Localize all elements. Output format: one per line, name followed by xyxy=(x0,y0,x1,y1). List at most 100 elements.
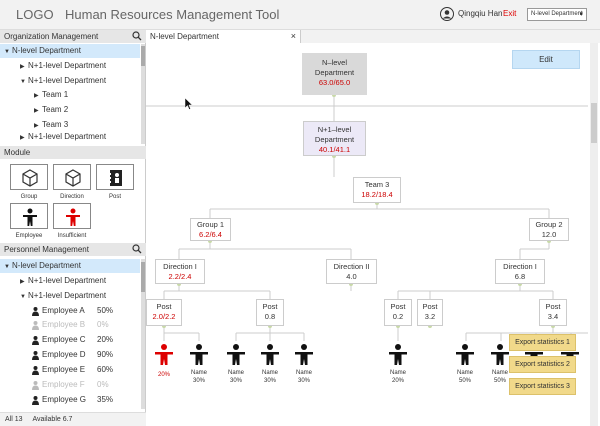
chevron-down-icon: ▾ xyxy=(579,11,583,18)
module-card-group[interactable] xyxy=(10,164,48,190)
edit-button[interactable]: Edit xyxy=(512,50,580,69)
export-statistics-2-button[interactable]: Export statistics 2 xyxy=(509,356,576,373)
post-card-icon xyxy=(109,170,122,186)
employee-row[interactable]: Employee F 0% xyxy=(0,378,140,392)
module-title: Module xyxy=(4,148,31,157)
expanded-arrow-icon[interactable]: ▼ xyxy=(20,290,28,304)
cube-icon xyxy=(65,169,81,187)
personnel-tree-item[interactable]: ▼ N+1-level Department xyxy=(0,289,140,303)
left-panel: Organization Management ▼ N-level Departm… xyxy=(0,30,146,426)
org-tree-item[interactable]: ▼ N+1-level Department xyxy=(0,74,140,88)
person-icon xyxy=(23,208,37,226)
logo: LOGO xyxy=(16,7,54,22)
employee-row[interactable]: Employee C 20% xyxy=(0,333,140,347)
employee-row[interactable]: Employee G 35% xyxy=(0,393,140,407)
canvas-scrollbar[interactable] xyxy=(590,43,598,426)
person-icon xyxy=(389,344,407,365)
org-node[interactable]: Group 1 6.2/6.4 xyxy=(190,218,231,241)
collapsed-arrow-icon[interactable]: ▶ xyxy=(34,89,42,103)
search-icon[interactable] xyxy=(132,31,142,41)
org-node[interactable]: Group 2 12.0 xyxy=(529,218,569,241)
status-footer: All 13 Available 6.7 xyxy=(0,412,146,426)
employee-figure[interactable]: Name 30% xyxy=(189,343,209,384)
personnel-title: Personnel Management xyxy=(4,245,89,254)
employee-row[interactable]: Employee B 0% xyxy=(0,318,140,332)
org-node[interactable]: Direction II 4.0 xyxy=(326,259,377,284)
org-node[interactable]: Post 0.2 xyxy=(384,299,412,326)
person-icon xyxy=(456,344,474,365)
person-red-icon xyxy=(155,344,173,365)
employee-figure[interactable]: Name 30% xyxy=(260,343,280,384)
employee-figure-insufficient[interactable]: 20% xyxy=(154,343,174,378)
all-count: 13 xyxy=(14,416,23,423)
personnel-tree-item[interactable]: ▼ N-level Department xyxy=(0,259,140,273)
org-node[interactable]: Direction I 2.2/2.4 xyxy=(155,259,205,284)
exit-link[interactable]: Exit xyxy=(503,9,516,18)
collapsed-arrow-icon[interactable]: ▶ xyxy=(34,104,42,118)
search-icon[interactable] xyxy=(132,244,142,254)
collapsed-arrow-icon[interactable]: ▶ xyxy=(20,275,28,289)
employee-figure[interactable]: Name 30% xyxy=(294,343,314,384)
department-select[interactable]: N-level Department ▾ xyxy=(527,8,587,21)
module-card-post[interactable] xyxy=(96,164,134,190)
personnel-scrollbar[interactable] xyxy=(141,259,145,409)
employee-figure[interactable]: Name 20% xyxy=(388,343,408,384)
user-avatar-icon xyxy=(440,7,454,21)
org-node[interactable]: Post 2.0/2.2 xyxy=(146,299,182,326)
org-tree-item[interactable]: ▶ Team 1 xyxy=(0,88,140,102)
person-icon xyxy=(32,351,39,360)
available-count: 6.7 xyxy=(62,416,73,423)
export-statistics-3-button[interactable]: Export statistics 3 xyxy=(509,378,576,395)
module-label: Post xyxy=(108,194,121,200)
person-icon xyxy=(32,321,39,330)
person-icon xyxy=(32,336,39,345)
module-card-insufficient[interactable] xyxy=(53,203,91,229)
org-tree-item[interactable]: ▼ N-level Department xyxy=(0,44,140,58)
person-icon xyxy=(32,396,39,405)
employee-row[interactable]: Employee D 90% xyxy=(0,348,140,362)
tab-n-level-department[interactable]: N-level Department × xyxy=(146,30,301,43)
org-scrollbar[interactable] xyxy=(141,44,145,144)
employee-figure[interactable]: Name 30% xyxy=(226,343,246,384)
username: Qingqiu Han xyxy=(458,9,503,18)
mouse-cursor-icon xyxy=(185,98,193,110)
export-statistics-1-button[interactable]: Export statistics 1 xyxy=(509,334,576,351)
department-select-value: N-level Department xyxy=(531,11,583,17)
employee-figure[interactable]: Name 50% xyxy=(455,343,475,384)
person-icon xyxy=(32,307,39,316)
collapsed-arrow-icon[interactable]: ▶ xyxy=(20,60,28,74)
person-icon xyxy=(491,344,509,365)
org-management-title: Organization Management xyxy=(4,32,99,41)
org-tree-item[interactable]: ▶ N+1-level Department xyxy=(0,130,140,144)
collapsed-arrow-icon[interactable]: ▶ xyxy=(20,131,28,145)
expanded-arrow-icon[interactable]: ▼ xyxy=(20,75,28,89)
org-node[interactable]: N+1–level Department 40.1/41.1 xyxy=(303,121,366,156)
module-card-employee[interactable] xyxy=(10,203,48,229)
top-bar: LOGO Human Resources Management Tool Qin… xyxy=(0,0,600,30)
person-icon xyxy=(32,366,39,375)
module-card-direction[interactable] xyxy=(53,164,91,190)
person-icon xyxy=(295,344,313,365)
person-icon xyxy=(32,381,39,390)
close-icon[interactable]: × xyxy=(291,31,296,41)
employee-figure[interactable]: Name 50% xyxy=(490,343,510,384)
person-icon xyxy=(190,344,208,365)
cube-icon xyxy=(22,169,38,187)
person-icon xyxy=(261,344,279,365)
tab-bar: N-level Department × xyxy=(146,30,600,43)
org-tree-item[interactable]: ▶ N+1-level Department xyxy=(0,59,140,73)
org-node[interactable]: Direction I 6.8 xyxy=(495,259,545,284)
org-node[interactable]: Post 3.4 xyxy=(539,299,567,326)
app-title: Human Resources Management Tool xyxy=(65,7,280,22)
expanded-arrow-icon[interactable]: ▼ xyxy=(4,260,12,274)
org-node[interactable]: Team 3 18.2/18.4 xyxy=(353,177,401,203)
org-node[interactable]: N–level Department 63.0/65.0 xyxy=(302,53,367,95)
employee-row[interactable]: Employee A 50% xyxy=(0,304,140,318)
org-node[interactable]: Post 3.2 xyxy=(417,299,443,326)
expanded-arrow-icon[interactable]: ▼ xyxy=(4,45,12,59)
employee-row[interactable]: Employee E 60% xyxy=(0,363,140,377)
org-node[interactable]: Post 0.8 xyxy=(256,299,284,326)
personnel-tree-item[interactable]: ▶ N+1-level Department xyxy=(0,274,140,288)
personnel-header: Personnel Management xyxy=(0,243,146,256)
org-tree-item[interactable]: ▶ Team 2 xyxy=(0,103,140,117)
